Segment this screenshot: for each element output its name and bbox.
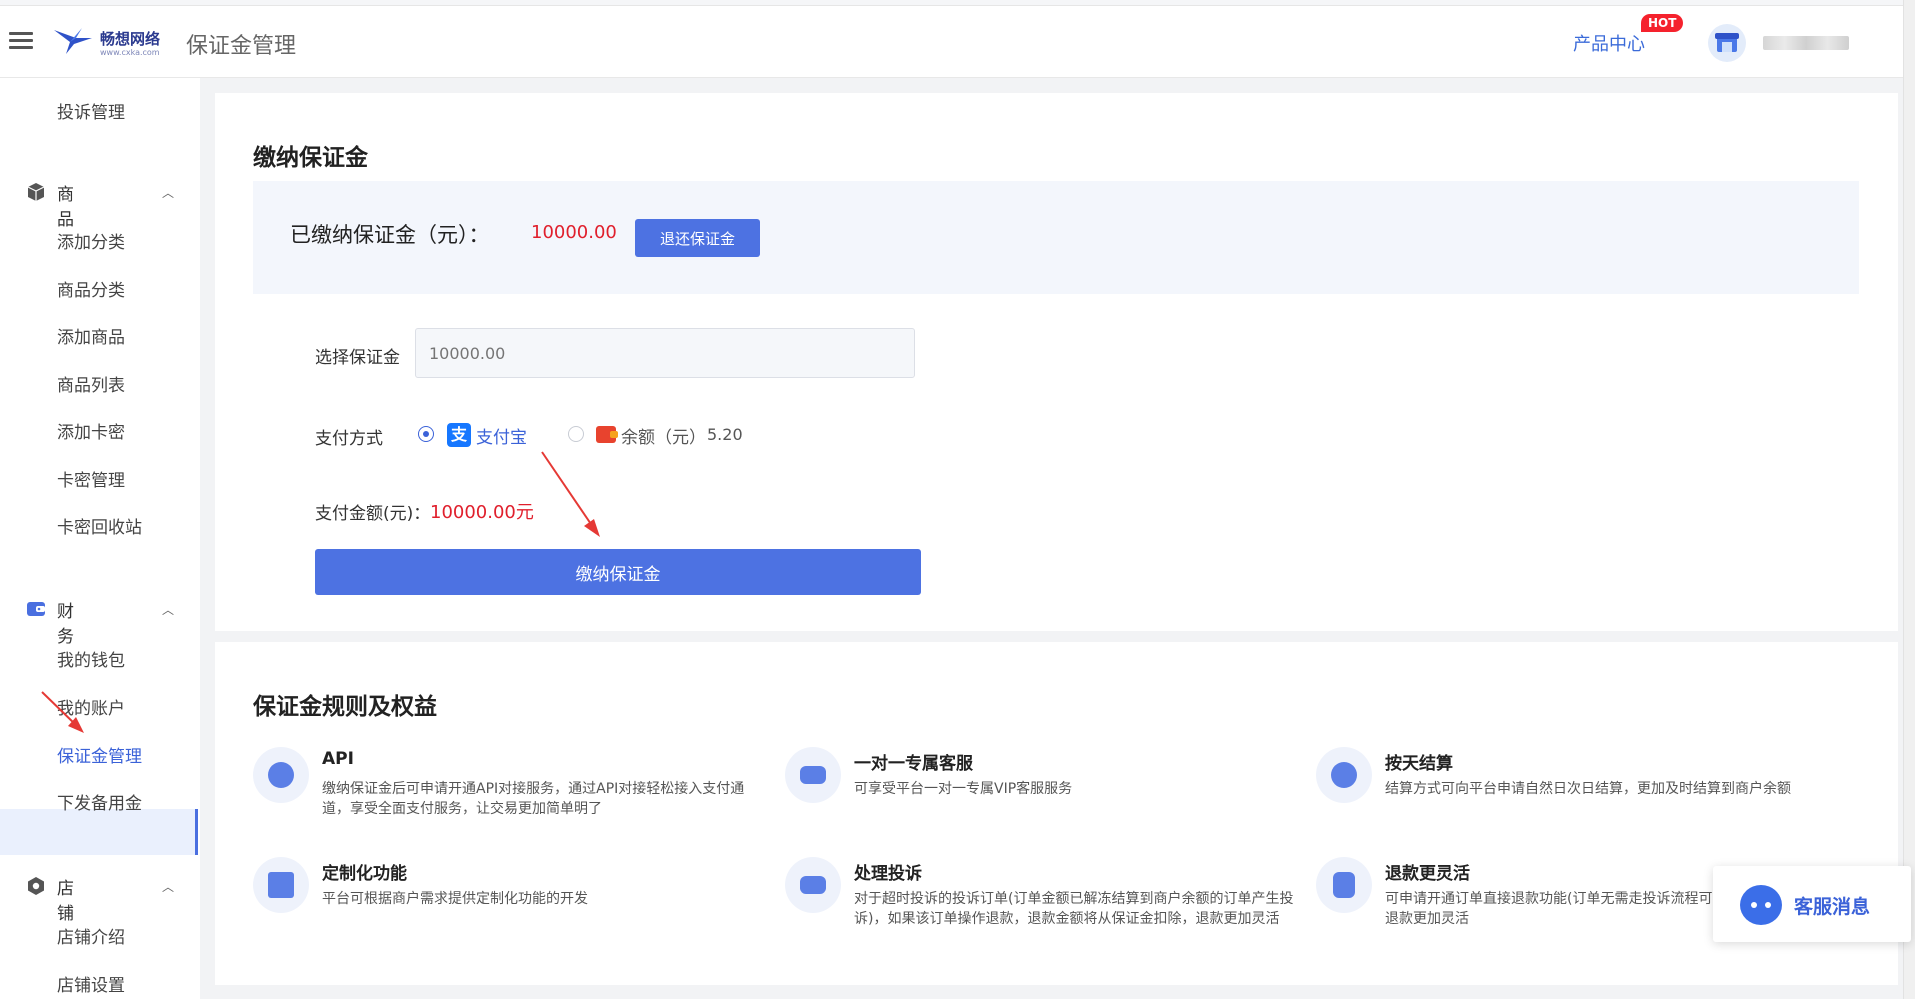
annotation-arrow-to-pay-button: [541, 451, 600, 537]
annotation-arrows: [41, 451, 600, 733]
annotation-arrow-to-sidebar-item: [41, 691, 84, 733]
